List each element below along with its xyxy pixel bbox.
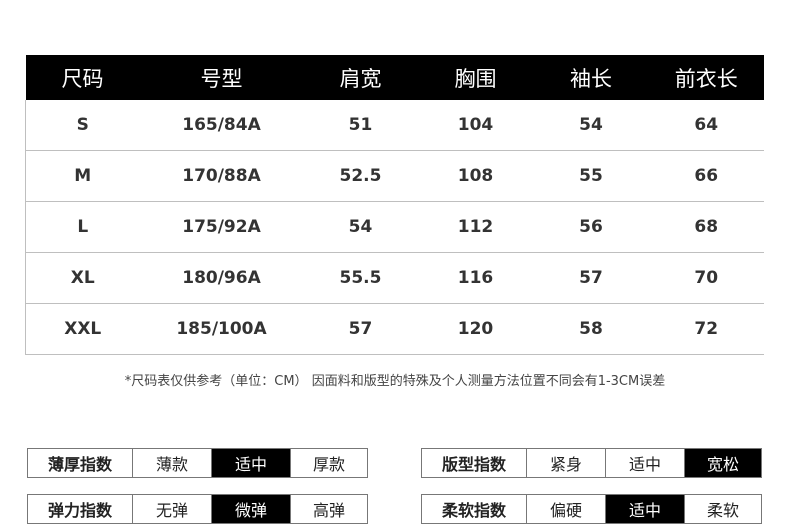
table-cell: XL bbox=[25, 252, 140, 304]
table-cell: 55.5 bbox=[303, 252, 418, 304]
table-cell: 66 bbox=[648, 150, 764, 202]
softness-index: 柔软指数 偏硬 适中 柔软 bbox=[421, 494, 762, 524]
table-cell: XXL bbox=[25, 303, 140, 355]
size-note: *尺码表仅供参考（单位：CM） 因面料和版型的特殊及个人测量方法位置不同会有1-… bbox=[124, 374, 666, 389]
index-option: 薄款 bbox=[132, 449, 211, 477]
index-option: 高弹 bbox=[290, 495, 367, 523]
elasticity-index: 弹力指数 无弹 微弹 高弹 bbox=[27, 494, 368, 524]
index-label: 弹力指数 bbox=[47, 501, 112, 520]
table-row: L 175/92A 54 112 56 68 bbox=[25, 201, 764, 253]
index-option: 适中 bbox=[605, 495, 684, 523]
index-option: 宽松 bbox=[684, 449, 761, 477]
index-option: 微弹 bbox=[211, 495, 290, 523]
table-row: XL 180/96A 55.5 116 57 70 bbox=[25, 252, 764, 304]
table-cell: 170/88A bbox=[139, 150, 304, 202]
table-cell: 58 bbox=[533, 303, 649, 355]
header-sleeve: 袖长 bbox=[533, 55, 649, 100]
table-cell: 54 bbox=[533, 100, 649, 151]
table-cell: 185/100A bbox=[139, 303, 304, 355]
table-cell: 120 bbox=[417, 303, 534, 355]
header-size: 尺码 bbox=[25, 55, 140, 100]
table-cell: 116 bbox=[417, 252, 534, 304]
table-cell: 57 bbox=[533, 252, 649, 304]
table-cell: 57 bbox=[303, 303, 418, 355]
fit-index: 版型指数 紧身 适中 宽松 bbox=[421, 448, 762, 478]
table-cell: L bbox=[25, 201, 140, 253]
table-cell: 72 bbox=[648, 303, 764, 355]
table-cell: 70 bbox=[648, 252, 764, 304]
table-cell: 56 bbox=[533, 201, 649, 253]
table-cell: 180/96A bbox=[139, 252, 304, 304]
header-model: 号型 bbox=[139, 55, 304, 100]
index-option: 适中 bbox=[605, 449, 684, 477]
table-row: S 165/84A 51 104 54 64 bbox=[25, 100, 764, 151]
table-row: M 170/88A 52.5 108 55 66 bbox=[25, 150, 764, 202]
thickness-index: 薄厚指数 薄款 适中 厚款 bbox=[27, 448, 368, 478]
table-cell: 112 bbox=[417, 201, 534, 253]
table-cell: 55 bbox=[533, 150, 649, 202]
index-label: 薄厚指数 bbox=[47, 455, 112, 474]
index-option: 适中 bbox=[211, 449, 290, 477]
table-cell: 51 bbox=[303, 100, 418, 151]
table-cell: 68 bbox=[648, 201, 764, 253]
table-cell: 54 bbox=[303, 201, 418, 253]
table-cell: 64 bbox=[648, 100, 764, 151]
table-cell: S bbox=[25, 100, 140, 151]
table-cell: M bbox=[25, 150, 140, 202]
index-label: 柔软指数 bbox=[441, 501, 506, 520]
header-length: 前衣长 bbox=[648, 55, 764, 100]
table-header-row: 尺码 号型 肩宽 胸围 袖长 前衣长 bbox=[25, 55, 764, 100]
table-row: XXL 185/100A 57 120 58 72 bbox=[25, 303, 764, 355]
size-chart-table: 尺码 号型 肩宽 胸围 袖长 前衣长 S 165/84A 51 104 54 6… bbox=[25, 55, 764, 355]
header-chest: 胸围 bbox=[417, 55, 534, 100]
index-label: 版型指数 bbox=[441, 455, 506, 474]
table-cell: 52.5 bbox=[303, 150, 418, 202]
table-cell: 175/92A bbox=[139, 201, 304, 253]
index-option: 无弹 bbox=[132, 495, 211, 523]
table-cell: 108 bbox=[417, 150, 534, 202]
index-option: 厚款 bbox=[290, 449, 367, 477]
table-cell: 165/84A bbox=[139, 100, 304, 151]
index-option: 紧身 bbox=[526, 449, 605, 477]
index-option: 柔软 bbox=[684, 495, 761, 523]
index-option: 偏硬 bbox=[526, 495, 605, 523]
header-shoulder: 肩宽 bbox=[303, 55, 418, 100]
table-cell: 104 bbox=[417, 100, 534, 151]
